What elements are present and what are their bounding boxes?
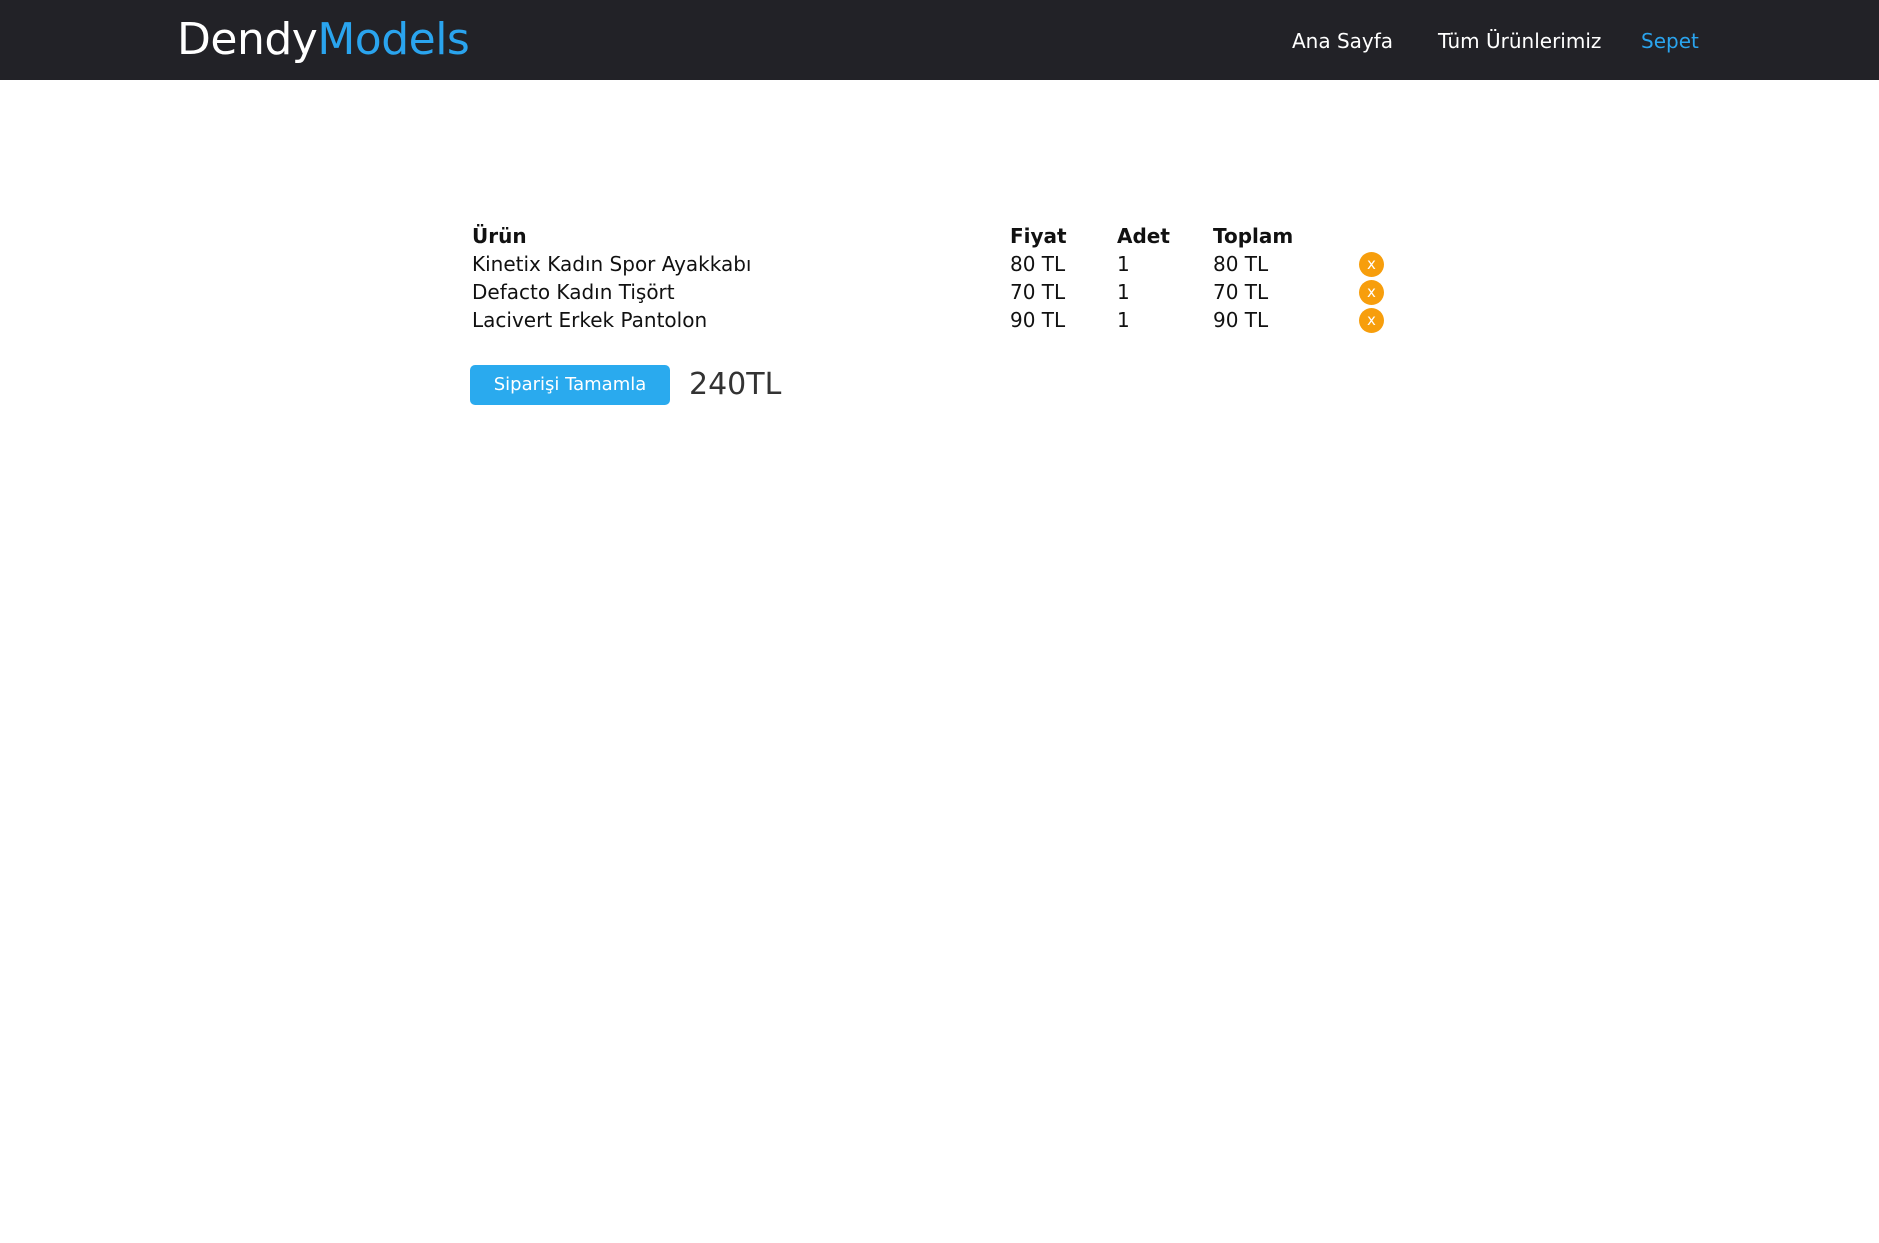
nav-link-all-products[interactable]: Tüm Ürünlerimiz [1438, 27, 1601, 55]
remove-item-button[interactable]: x [1359, 308, 1384, 333]
header-price: Fiyat [1010, 224, 1067, 248]
remove-item-button[interactable]: x [1359, 280, 1384, 305]
product-name: Defacto Kadın Tişört [472, 280, 675, 304]
header-total: Toplam [1213, 224, 1294, 248]
product-price: 80 TL [1010, 252, 1066, 276]
product-name: Lacivert Erkek Pantolon [472, 308, 708, 332]
product-quantity: 1 [1117, 280, 1130, 304]
product-quantity: 1 [1117, 308, 1130, 332]
nav-link-home[interactable]: Ana Sayfa [1292, 27, 1393, 55]
remove-item-button[interactable]: x [1359, 252, 1384, 277]
brand-logo[interactable]: DendyModels [177, 12, 470, 68]
product-total: 80 TL [1213, 252, 1269, 276]
product-total: 90 TL [1213, 308, 1269, 332]
product-price: 90 TL [1010, 308, 1066, 332]
nav-link-cart[interactable]: Sepet [1641, 27, 1699, 55]
product-quantity: 1 [1117, 252, 1130, 276]
brand-part-dendy: Dendy [177, 14, 318, 65]
complete-order-button[interactable]: Siparişi Tamamla [470, 365, 670, 405]
navbar: DendyModels Ana Sayfa Tüm Ürünlerimiz Se… [0, 0, 1879, 80]
product-price: 70 TL [1010, 280, 1066, 304]
product-name: Kinetix Kadın Spor Ayakkabı [472, 252, 752, 276]
header-product: Ürün [472, 224, 527, 248]
product-total: 70 TL [1213, 280, 1269, 304]
brand-part-models: Models [317, 14, 470, 65]
header-quantity: Adet [1117, 224, 1170, 248]
grand-total: 240TL [689, 367, 782, 402]
